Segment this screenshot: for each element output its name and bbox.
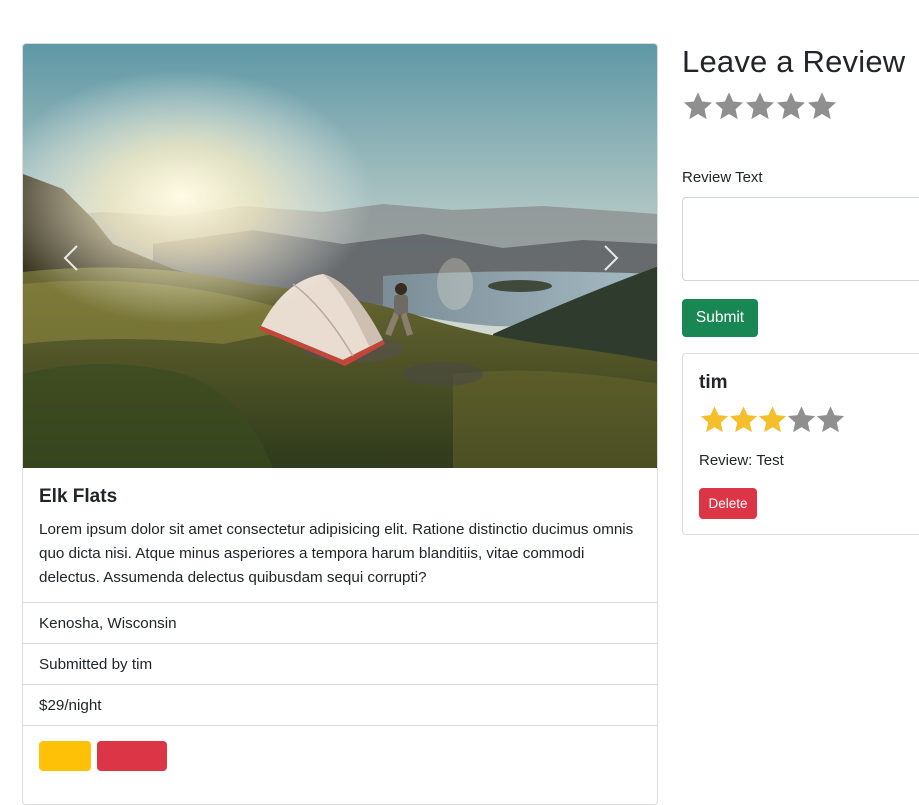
card-actions (23, 725, 657, 786)
review-form-heading: Leave a Review (682, 44, 906, 79)
star-filled-icon (758, 406, 787, 433)
star-empty-icon[interactable] (775, 90, 807, 122)
star-empty-icon[interactable] (806, 90, 838, 122)
star-empty-icon[interactable] (713, 90, 745, 122)
campground-author: Submitted by tim (23, 643, 657, 684)
star-empty-icon (787, 406, 816, 433)
campground-photo (23, 44, 657, 468)
image-carousel (23, 44, 657, 468)
chevron-left-icon (63, 245, 78, 271)
campground-price: $29/night (23, 684, 657, 725)
campground-location: Kenosha, Wisconsin (23, 602, 657, 643)
carousel-next-button[interactable] (591, 234, 631, 282)
review-text-input[interactable] (682, 197, 919, 281)
submit-review-button[interactable]: Submit (682, 299, 758, 337)
star-empty-icon[interactable] (682, 90, 714, 122)
campground-description: Lorem ipsum dolor sit amet consectetur a… (39, 521, 634, 586)
campground-title: Elk Flats (39, 486, 118, 507)
star-filled-icon (729, 406, 758, 433)
edit-campground-button[interactable] (39, 741, 91, 771)
star-filled-icon (700, 406, 729, 433)
campground-card: Elk Flats Lorem ipsum dolor sit amet con… (22, 43, 658, 805)
review-body: Review: Test (699, 452, 784, 469)
rating-input[interactable] (682, 90, 838, 122)
review-author: tim (699, 372, 728, 393)
review-rating (699, 404, 846, 435)
chevron-right-icon (604, 245, 619, 271)
carousel-prev-button[interactable] (51, 234, 91, 282)
delete-review-button[interactable]: Delete (699, 488, 757, 519)
star-empty-icon (816, 406, 845, 433)
review-card: tim Review: Test Delete (682, 353, 919, 535)
star-empty-icon[interactable] (744, 90, 776, 122)
card-body: Elk Flats Lorem ipsum dolor sit amet con… (23, 468, 657, 602)
delete-campground-button[interactable] (97, 741, 167, 771)
review-text-label: Review Text (682, 169, 763, 186)
